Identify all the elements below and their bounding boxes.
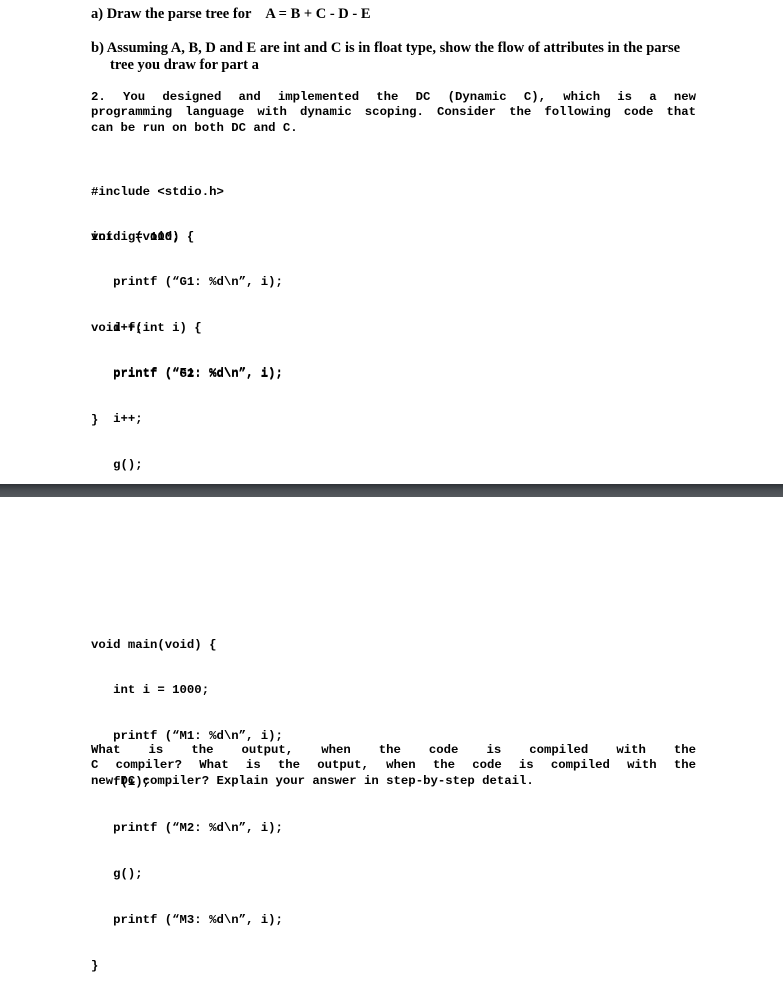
code-line: void f(int i) { xyxy=(91,320,202,335)
question-b-line-2: tree you draw for part a xyxy=(110,57,259,73)
code-line: int i = 1000; xyxy=(91,683,210,698)
final-question-line: new DC compiler? Explain your answer in … xyxy=(91,773,534,788)
code-line: g(); xyxy=(91,458,143,473)
code-line: void main(void) { xyxy=(91,637,217,652)
question-2-line: 2. You designed and implemented the DC (… xyxy=(91,90,696,104)
question-b-line-1: b) Assuming A, B, D and E are int and C … xyxy=(91,40,681,56)
final-question: What is the output, when the code is com… xyxy=(91,743,696,789)
final-question-line: C compiler? What is the output, when the… xyxy=(91,758,696,773)
question-2-line: can be run on both DC and C. xyxy=(91,120,298,135)
code-line: printf (“M2: %d\n”, i); xyxy=(91,821,283,836)
code-line: #include <stdio.h> xyxy=(91,184,224,199)
code-line: void g(void) { xyxy=(91,229,195,244)
code-line: g(); xyxy=(91,867,143,882)
code-line: printf (“F1: %d\n”, i); xyxy=(91,366,283,381)
code-function-main: void main(void) { int i = 1000; printf (… xyxy=(91,607,283,989)
page-break-separator xyxy=(0,484,783,497)
code-line: i++; xyxy=(91,412,143,427)
question-2-intro: 2. You designed and implemented the DC (… xyxy=(91,90,696,136)
final-question-line: What is the output, when the code is com… xyxy=(91,743,696,757)
question-a: a) Draw the parse tree for A = B + C - D … xyxy=(91,6,371,23)
question-a-expression: A = B + C - D - E xyxy=(265,6,371,22)
code-line: printf (“M3: %d\n”, i); xyxy=(91,912,283,927)
question-a-label: a) Draw the parse tree for xyxy=(91,6,252,22)
code-line: } xyxy=(91,958,99,973)
code-line: printf (“G1: %d\n”, i); xyxy=(91,275,283,290)
question-b: b) Assuming A, B, D and E are int and C … xyxy=(91,40,711,74)
question-2-line: programming language with dynamic scopin… xyxy=(91,105,696,120)
document-page-1: a) Draw the parse tree for A = B + C - D … xyxy=(0,0,783,564)
